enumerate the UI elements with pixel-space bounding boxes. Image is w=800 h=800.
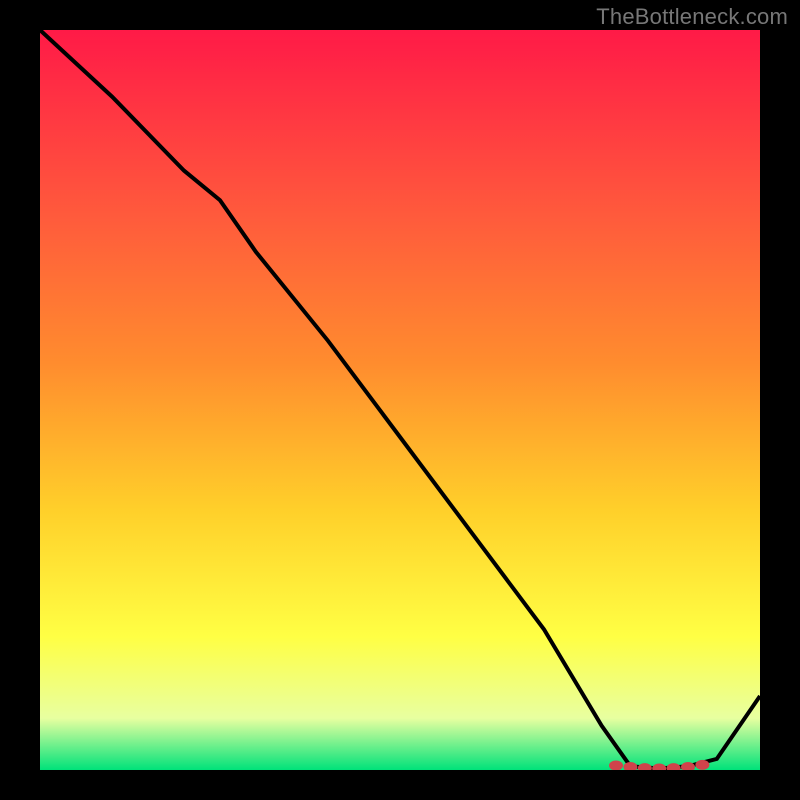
line-chart (0, 0, 800, 800)
plot-area (40, 30, 760, 770)
watermark-text: TheBottleneck.com (596, 4, 788, 30)
valley-marker (652, 764, 666, 774)
valley-marker (609, 761, 623, 771)
valley-marker (638, 763, 652, 773)
chart-container: TheBottleneck.com (0, 0, 800, 800)
valley-marker (623, 762, 637, 772)
valley-marker (667, 763, 681, 773)
valley-marker (695, 760, 709, 770)
valley-marker (681, 762, 695, 772)
